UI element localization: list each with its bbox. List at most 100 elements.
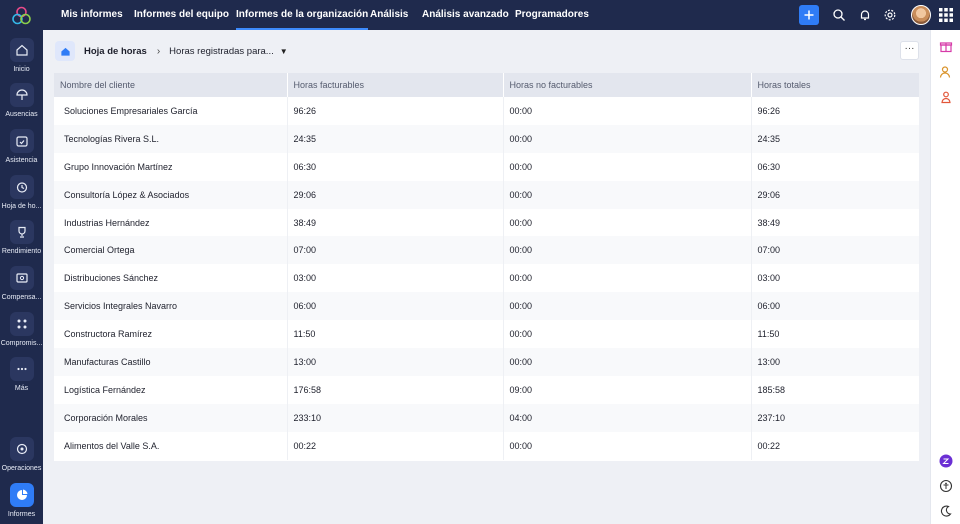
home-icon (9, 38, 34, 62)
table-row[interactable]: Consultoría López & Asociados 29:06 00:00 2… (54, 180, 919, 209)
cell-client-name: Comercial Ortega (54, 236, 288, 265)
cell-billable-hours: 06:00 (287, 292, 504, 321)
column-header-billable[interactable]: Horas facturables (287, 73, 504, 97)
right-rail (930, 30, 960, 524)
sidebar-item-label: Operaciones (1, 465, 42, 472)
table-row[interactable]: Soluciones Empresariales García 96:26 00:0… (54, 97, 919, 125)
more-options-button[interactable]: ··· (900, 41, 919, 60)
breadcrumb-root[interactable]: Hoja de horas (84, 46, 147, 57)
engagement-icon (9, 312, 34, 336)
top-navigation: Mis informes Informes del equipo Informe… (43, 0, 960, 30)
table-header-row: Nombre del cliente Horas facturables Hor… (54, 73, 919, 97)
sidebar-item-label: Asistencia (5, 157, 38, 164)
cell-total-hours: 11:50 (757, 329, 780, 340)
table-row[interactable]: Grupo Innovación Martínez 06:30 00:00 06:30 (54, 152, 919, 181)
tab-informes-de-la-organizacion[interactable]: Informes de la organización (236, 0, 369, 30)
cell-client-name: Servicios Integrales Navarro (54, 292, 288, 321)
breadcrumb-current[interactable]: Horas registradas para... (169, 46, 274, 57)
sidebar-item-label: Compromis... (0, 340, 43, 347)
sidebar-item-label: Hoja de ho... (1, 203, 42, 210)
sidebar-item-label: Rendimiento (1, 248, 42, 255)
tab-informes-del-equipo[interactable]: Informes del equipo (134, 0, 229, 30)
bell-icon[interactable] (858, 8, 872, 22)
cell-total-hours: 00:22 (757, 440, 781, 451)
compensation-icon (9, 266, 34, 290)
sidebar-item-inicio[interactable]: Inicio (0, 38, 43, 74)
tab-analisis[interactable]: Análisis (370, 0, 408, 30)
accessibility-icon[interactable] (939, 479, 953, 493)
cell-client-name: Alimentos del Valle S.A. (54, 431, 288, 460)
sidebar-item-informes[interactable]: Informes (0, 483, 43, 519)
cell-total-hours: 24:35 (751, 124, 919, 153)
tab-analisis-avanzado[interactable]: Análisis avanzado (422, 0, 509, 30)
add-button[interactable] (799, 5, 819, 25)
cell-billable-hours: 03:00 (287, 264, 504, 293)
sidebar-item-mas[interactable]: Más (0, 357, 43, 393)
cell-billable-hours: 29:06 (287, 180, 504, 209)
table-row[interactable]: Industrias Hernández 38:49 00:00 38:49 (54, 208, 919, 237)
table-row[interactable]: Alimentos del Valle S.A. 00:22 00:00 00:22 (54, 431, 919, 460)
user-check-icon[interactable] (939, 65, 953, 79)
timesheet-icon (9, 175, 34, 199)
table-row[interactable]: Comercial Ortega 07:00 00:00 07:00 (54, 236, 919, 265)
cell-non-billable-hours: 04:00 (503, 403, 752, 432)
plus-icon (804, 10, 814, 20)
cell-billable-hours: 00:22 (287, 431, 504, 460)
cell-non-billable-hours: 00:00 (503, 320, 752, 349)
cell-total-hours: 06:00 (751, 292, 919, 321)
sidebar-item-asistencia[interactable]: Asistencia (0, 129, 43, 165)
cell-billable-hours: 38:49 (287, 208, 504, 237)
sidebar-item-ausencias[interactable]: Ausencias (0, 83, 43, 119)
breadcrumb: Hoja de horas › Horas registradas para..… (55, 41, 288, 61)
sidebar-item-operaciones[interactable]: Operaciones (0, 437, 43, 473)
table-row[interactable]: Tecnologías Rivera S.L. 24:35 00:00 24:35 (54, 124, 919, 153)
caret-down-icon[interactable]: ▼ (280, 47, 288, 56)
sidebar-item-label: Inicio (13, 66, 30, 73)
column-header-total[interactable]: Horas totales (751, 73, 919, 97)
cell-client-name: Soluciones Empresariales García (54, 97, 288, 125)
moon-icon[interactable] (939, 504, 953, 518)
calendar-check-icon (9, 129, 34, 153)
tab-mis-informes[interactable]: Mis informes (61, 0, 123, 30)
table-row[interactable]: Distribuciones Sánchez 03:00 00:00 03:00 (54, 264, 919, 293)
apps-grid-icon[interactable] (939, 8, 953, 22)
column-header-non-billable[interactable]: Horas no facturables (503, 73, 752, 97)
gift-icon[interactable] (939, 39, 953, 53)
cell-billable-hours: 24:35 (287, 124, 504, 153)
cell-non-billable-hours: 00:00 (503, 264, 752, 293)
person-alert-icon[interactable] (939, 90, 953, 104)
zia-assistant-icon[interactable] (939, 454, 953, 468)
app-logo-icon[interactable] (11, 6, 32, 26)
sidebar-item-compromiso[interactable]: Compromis... (0, 312, 43, 348)
table-row[interactable]: Servicios Integrales Navarro 06:00 00:00 06… (54, 292, 919, 321)
sidebar-item-label: Informes (7, 511, 36, 518)
cell-non-billable-hours: 00:00 (503, 152, 752, 181)
table-row[interactable]: Constructora Ramírez 11:50 00:00 11:50 (54, 320, 919, 349)
cell-billable-hours: 07:00 (287, 236, 504, 265)
avatar[interactable] (911, 5, 931, 25)
table-row[interactable]: Logística Fernández 176:58 09:00 185:58 (54, 375, 919, 404)
sidebar-item-compensacion[interactable]: Compensa... (0, 266, 43, 302)
sidebar: Inicio Ausencias Asistencia Hoja de ho..… (0, 0, 43, 524)
table-row[interactable]: Manufacturas Castillo 13:00 00:00 13:00 (54, 348, 919, 376)
cell-total-hours: 96:26 (757, 105, 781, 116)
tab-programadores[interactable]: Programadores (515, 0, 589, 30)
more-dots-icon (9, 357, 34, 381)
sidebar-item-label: Más (14, 385, 29, 392)
sidebar-item-label: Ausencias (5, 111, 38, 118)
cell-billable-hours: 96:26 (287, 97, 504, 125)
cell-billable-hours: 13:00 (287, 348, 504, 376)
column-header-client[interactable]: Nombre del cliente (54, 73, 288, 97)
sidebar-item-rendimiento[interactable]: Rendimiento (0, 220, 43, 256)
pie-chart-icon (9, 483, 34, 507)
gear-icon[interactable] (883, 8, 897, 22)
search-icon[interactable] (832, 8, 846, 22)
cell-client-name: Distribuciones Sánchez (54, 264, 288, 293)
home-button[interactable] (55, 41, 75, 61)
cell-total-hours: 185:58 (757, 384, 786, 395)
cell-non-billable-hours: 00:00 (503, 180, 752, 209)
cell-client-name: Logística Fernández (54, 375, 288, 404)
sidebar-item-hoja-de-horas[interactable]: Hoja de ho... (0, 175, 43, 211)
table-row[interactable]: Corporación Morales 233:10 04:00 237:10 (54, 403, 919, 432)
cell-billable-hours: 176:58 (287, 375, 504, 404)
